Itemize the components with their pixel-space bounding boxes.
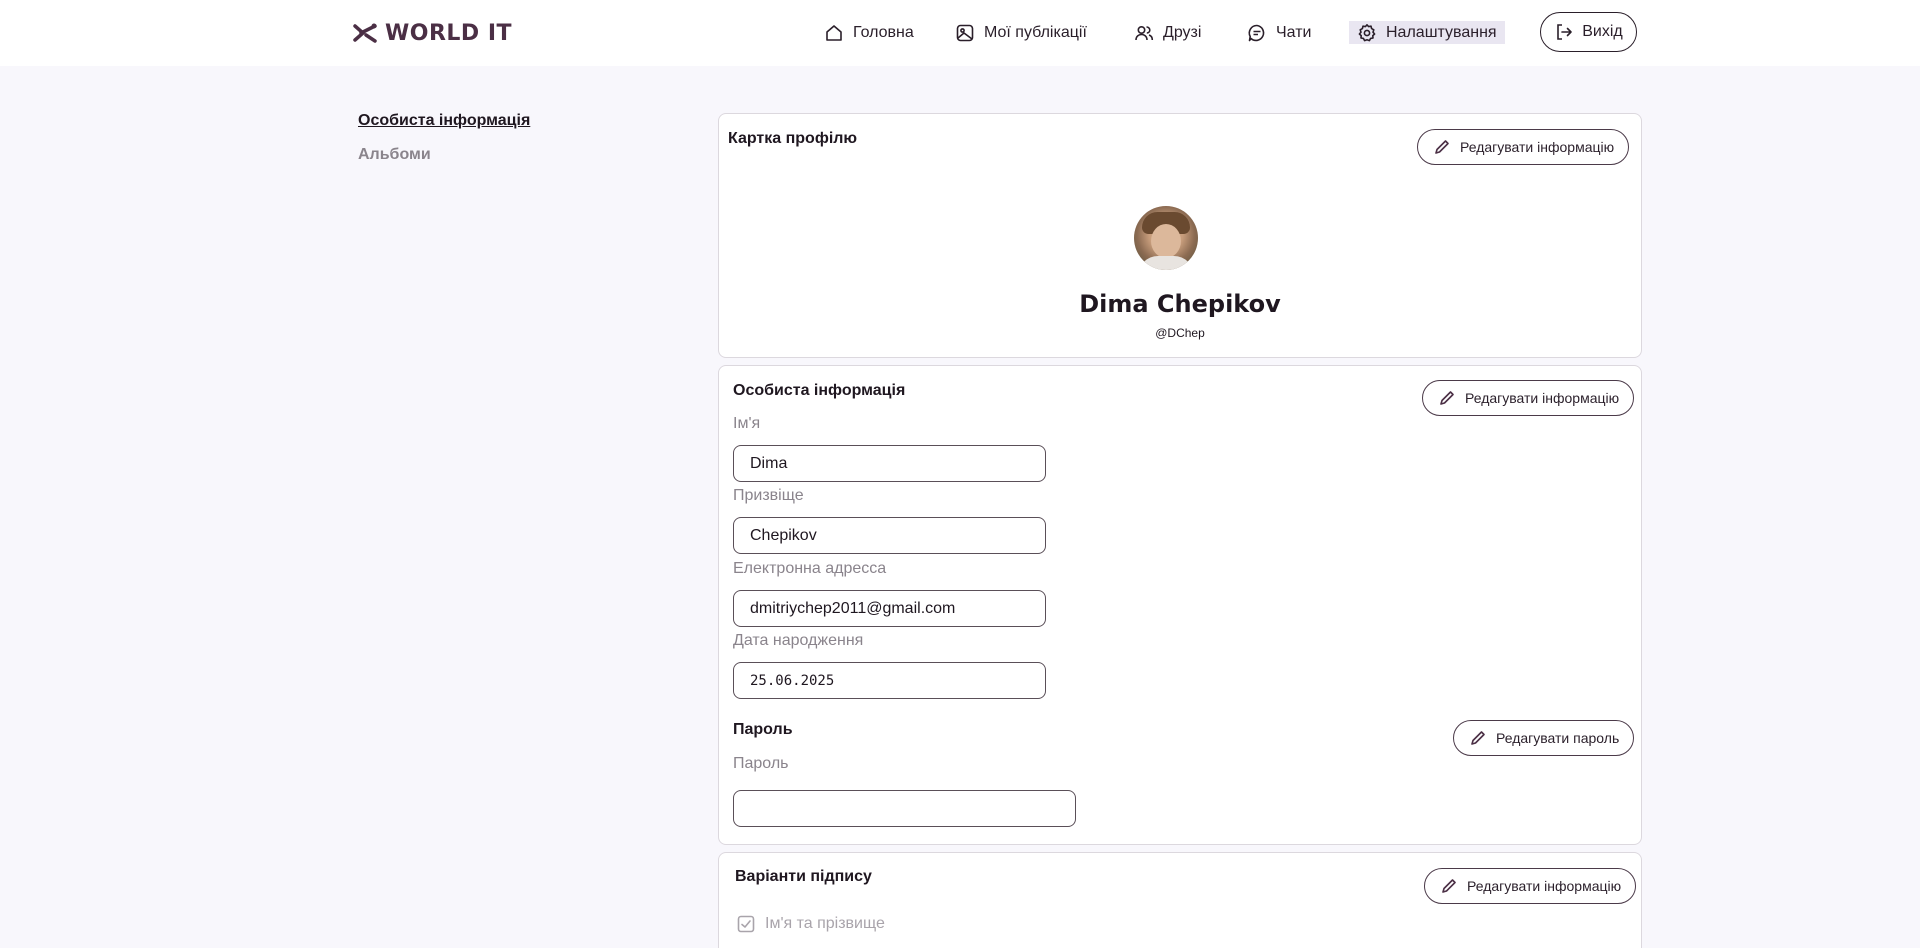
nav-chats-label: Чати bbox=[1276, 24, 1312, 41]
email-label: Електронна адресса bbox=[733, 560, 887, 577]
home-icon bbox=[826, 25, 842, 41]
users-icon bbox=[1135, 25, 1154, 41]
pencil-icon bbox=[1440, 391, 1454, 405]
nav-friends-label: Друзі bbox=[1163, 24, 1202, 41]
pencil-icon bbox=[1471, 731, 1485, 745]
birthdate-label: Дата народження bbox=[733, 632, 864, 649]
signature-option-full-name[interactable]: Ім'я та прізвище bbox=[737, 915, 885, 933]
profile-card-title: Картка профілю bbox=[728, 130, 858, 147]
signature-edit-label: Редагувати інформацію bbox=[1467, 878, 1622, 894]
nav-settings-label: Налаштування bbox=[1386, 23, 1497, 41]
profile-edit-label: Редагувати інформацію bbox=[1460, 139, 1615, 155]
top-header: WORLD IT Головна Мої публікації Друзі Ча… bbox=[0, 0, 1920, 66]
pencil-icon bbox=[1435, 140, 1449, 154]
logout-button[interactable]: Вихід bbox=[1540, 12, 1637, 52]
signature-edit-button[interactable]: Редагувати інформацію bbox=[1424, 868, 1637, 904]
nav-my-posts[interactable]: Мої публікації bbox=[955, 16, 1087, 50]
last-name-label: Призвіще bbox=[733, 487, 804, 504]
personal-info-title: Особиста інформація bbox=[733, 382, 906, 399]
gear-icon bbox=[1358, 23, 1376, 41]
avatar bbox=[1134, 206, 1198, 270]
personal-info-card: Особиста інформація Редагувати інформаці… bbox=[718, 365, 1642, 845]
signature-card: Варіанти підпису Редагувати інформацію І… bbox=[718, 852, 1642, 948]
profile-handle: @DChep bbox=[1155, 326, 1205, 340]
profile-card: Картка профілю Редагувати інформацію Dim… bbox=[718, 113, 1642, 358]
password-edit-button[interactable]: Редагувати пароль bbox=[1453, 720, 1635, 756]
email-field[interactable]: dmitriychep2011@gmail.com bbox=[733, 590, 1046, 627]
password-title: Пароль bbox=[733, 721, 793, 738]
nav-friends[interactable]: Друзі bbox=[1134, 16, 1201, 50]
first-name-field[interactable]: Dima bbox=[733, 445, 1046, 482]
checkbox-checked-icon bbox=[737, 915, 755, 933]
signature-title: Варіанти підпису bbox=[735, 868, 872, 885]
pencil-icon bbox=[1442, 879, 1456, 893]
nav-home[interactable]: Головна bbox=[824, 16, 914, 50]
logout-label: Вихід bbox=[1582, 23, 1623, 40]
signature-option-label: Ім'я та прізвище bbox=[765, 915, 885, 932]
personal-info-edit-button[interactable]: Редагувати інформацію bbox=[1422, 380, 1635, 416]
logout-icon bbox=[1557, 24, 1573, 40]
logo[interactable]: WORLD IT bbox=[353, 18, 512, 48]
image-icon bbox=[956, 24, 974, 42]
sidebar-item-personal-info[interactable]: Особиста інформація bbox=[358, 112, 530, 130]
nav-chats[interactable]: Чати bbox=[1247, 16, 1311, 50]
password-edit-label: Редагувати пароль bbox=[1496, 730, 1620, 746]
first-name-label: Ім'я bbox=[733, 415, 761, 432]
personal-info-edit-label: Редагувати інформацію bbox=[1465, 390, 1620, 406]
password-label: Пароль bbox=[733, 755, 789, 772]
last-name-field[interactable]: Chepikov bbox=[733, 517, 1046, 554]
birthdate-field[interactable]: 25.06.2025 bbox=[733, 662, 1046, 699]
password-field[interactable] bbox=[733, 790, 1076, 827]
logo-text: WORLD IT bbox=[385, 20, 513, 46]
nav-my-posts-label: Мої публікації bbox=[984, 24, 1087, 41]
sidebar-item-albums[interactable]: Альбоми bbox=[358, 146, 431, 164]
profile-edit-button[interactable]: Редагувати інформацію bbox=[1417, 129, 1630, 165]
nav-home-label: Головна bbox=[853, 24, 914, 41]
chat-icon bbox=[1248, 24, 1265, 42]
logo-icon bbox=[353, 23, 377, 43]
nav-settings[interactable]: Налаштування bbox=[1349, 21, 1505, 44]
profile-name: Dima Chepikov bbox=[1079, 290, 1281, 318]
